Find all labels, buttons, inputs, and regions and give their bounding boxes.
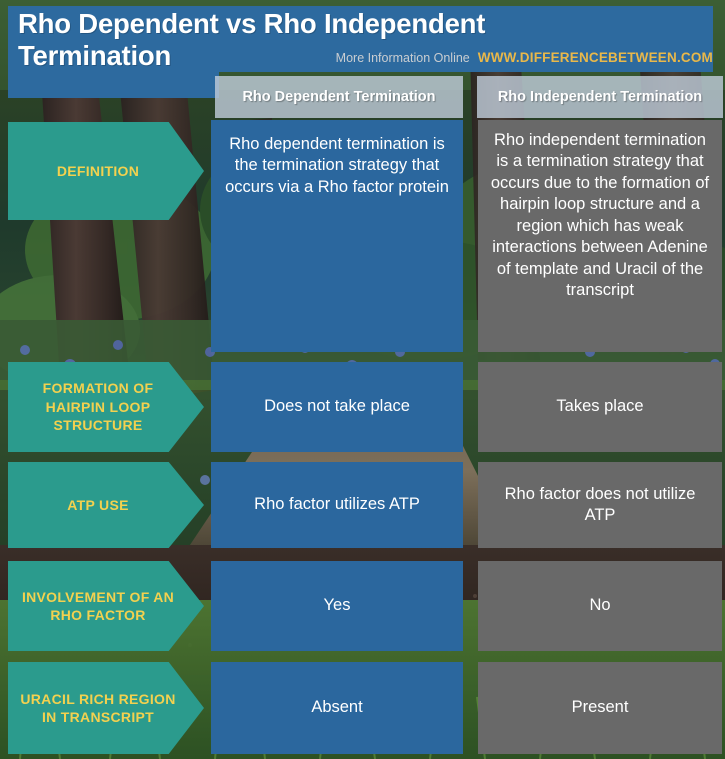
cell-uracil-independent: Present [478,662,722,754]
cell-hairpin-independent: Takes place [478,362,722,452]
row-label-definition: DEFINITION [8,122,204,220]
site-url-link[interactable]: WWW.DIFFERENCEBETWEEN.COM [478,50,713,65]
column-header-rho-independent: Rho Independent Termination [477,76,723,118]
cell-rho-factor-independent: No [478,561,722,651]
more-information-block: More Information Online WWW.DIFFERENCEBE… [336,50,713,65]
cell-definition-dependent: Rho dependent termination is the termina… [211,120,463,352]
cell-hairpin-dependent: Does not take place [211,362,463,452]
cell-uracil-dependent: Absent [211,662,463,754]
more-information-label: More Information Online [335,51,470,65]
cell-atp-use-dependent: Rho factor utilizes ATP [211,462,463,548]
infographic-page: Rho Dependent vs Rho Independent Termina… [0,0,725,759]
row-label-atp-use: ATP USE [8,462,204,548]
cell-atp-use-independent: Rho factor does not utilize ATP [478,462,722,548]
row-label-involvement-of-an-rho-factor: INVOLVEMENT OF AN RHO FACTOR [8,561,204,651]
cell-rho-factor-dependent: Yes [211,561,463,651]
cell-definition-independent: Rho independent termination is a termina… [478,120,722,352]
row-label-uracil-rich-region-in-transcript: URACIL RICH REGION IN TRANSCRIPT [8,662,204,754]
column-header-rho-dependent: Rho Dependent Termination [215,76,463,118]
row-label-formation-of-hairpin-loop-structure: FORMATION OF HAIRPIN LOOP STRUCTURE [8,362,204,452]
